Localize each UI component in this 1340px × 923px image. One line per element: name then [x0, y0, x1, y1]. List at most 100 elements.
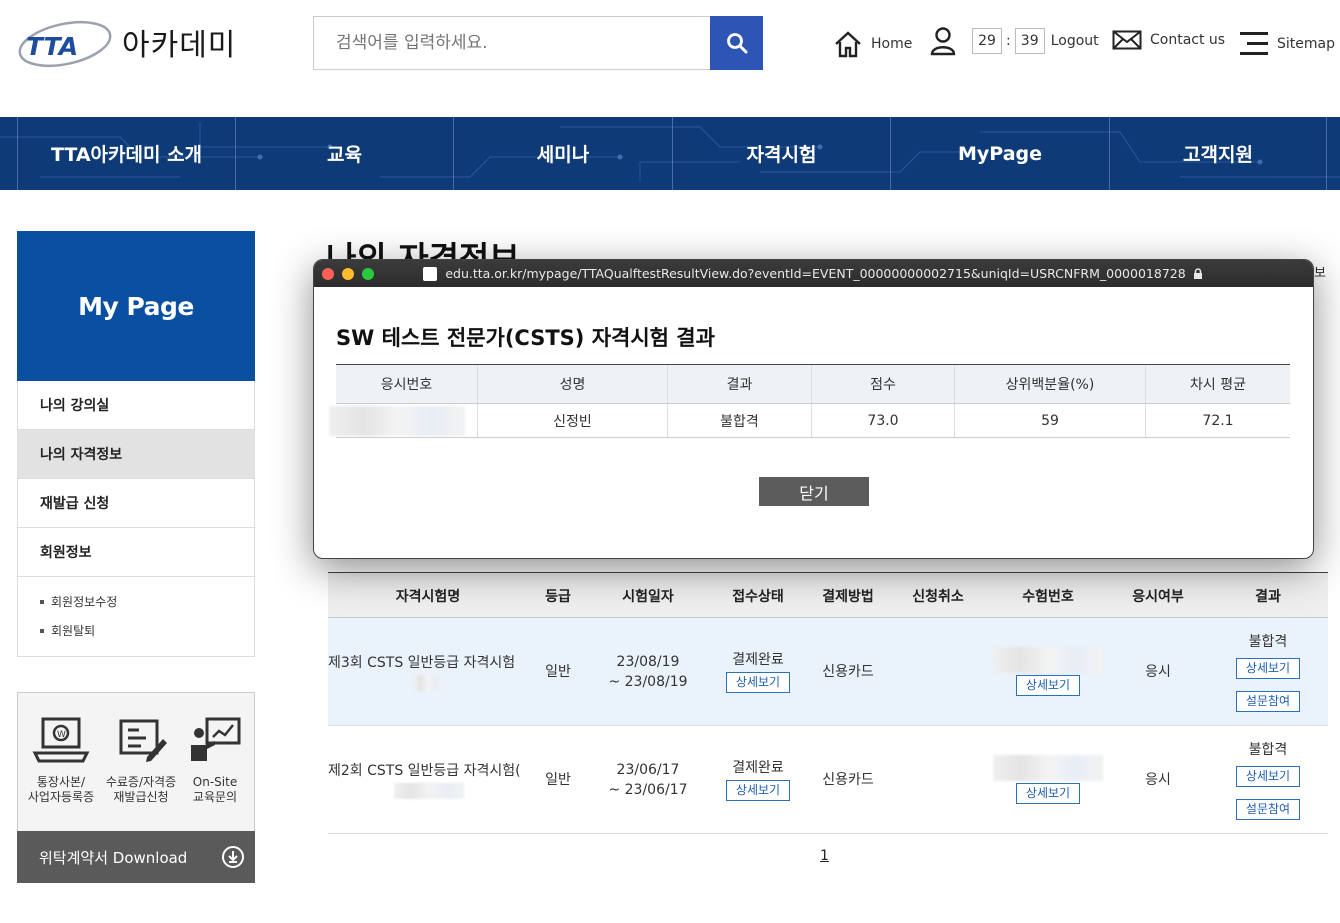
search-input[interactable] [314, 17, 710, 69]
timer-separator: : [1006, 33, 1011, 49]
redacted-text [394, 782, 464, 799]
user-icon[interactable] [930, 26, 956, 60]
survey-button[interactable]: 설문참여 [1235, 798, 1301, 820]
sidebar-sub-withdraw[interactable]: 회원탈퇴 [40, 622, 254, 639]
th-cancel: 신청취소 [912, 589, 964, 605]
bullet-icon [40, 628, 44, 633]
quick-label-line1: 수료증/자격증 [105, 775, 177, 789]
result-table-header: 응시번호 성명 결과 점수 상위백분율(%) 차시 평균 [336, 365, 1290, 404]
th-result: 결과 [668, 365, 812, 403]
th-exam-date: 시험일자 [622, 589, 674, 605]
popup-url: edu.tta.or.kr/mypage/TTAQualftestResultV… [445, 266, 1186, 281]
result-table: 응시번호 성명 결과 점수 상위백분율(%) 차시 평균 신정빈 불합격 73.… [328, 364, 1290, 438]
quick-label-line2: 재발급신청 [113, 790, 169, 804]
pagination-page-1[interactable]: 1 [820, 848, 829, 864]
exam-number-detail-button[interactable]: 상세보기 [1015, 783, 1081, 804]
sidebar-title: My Page [17, 231, 255, 381]
exam-name: 제3회 CSTS 일반등급 자격시험 [328, 654, 516, 671]
search-box [313, 16, 711, 70]
contract-download-button[interactable]: 위탁계약서 Download [17, 831, 255, 883]
result-average: 72.1 [1202, 412, 1234, 429]
exam-number-detail-button[interactable]: 상세보기 [1015, 675, 1081, 696]
table-row: 제2회 CSTS 일반등급 자격시험( 일반 23/06/17 ~ 23/06/… [328, 726, 1328, 834]
contact-label: Contact us [1150, 32, 1226, 48]
status-text: 결제완료 [732, 760, 784, 776]
exam-date-end: ~ 23/06/17 [608, 781, 688, 798]
exam-date-end: ~ 23/08/19 [608, 673, 688, 690]
window-close-dot[interactable] [322, 268, 334, 280]
attendance: 응시 [1145, 771, 1171, 788]
home-link[interactable]: Home [833, 30, 912, 58]
th-exam-number: 수험번호 [1022, 589, 1074, 605]
th-grade: 등급 [545, 589, 571, 605]
result-status: 불합격 [668, 404, 812, 437]
gnb-item-support[interactable]: 고객지원 [1109, 117, 1327, 190]
result-score: 73.0 [812, 404, 955, 437]
quick-label-line2: 사업자등록증 [27, 790, 95, 804]
presentation-icon [191, 717, 241, 761]
cancel-cell [888, 726, 988, 833]
main-navigation: TTA아카데미 소개 교육 세미나 자격시험 MyPage 고객지원 [0, 117, 1340, 190]
th-payment: 결제방법 [822, 589, 874, 605]
svg-text:W: W [57, 730, 66, 740]
th-percentile: 상위백분율(%) [955, 365, 1146, 403]
gnb-item-about[interactable]: TTA아카데미 소개 [17, 117, 235, 190]
home-label: Home [871, 36, 913, 52]
gnb-item-seminar[interactable]: 세미나 [453, 117, 672, 190]
attendance: 응시 [1145, 663, 1171, 680]
gnb-item-mypage[interactable]: MyPage [890, 117, 1109, 190]
sidebar-sub-edit-member[interactable]: 회원정보수정 [40, 593, 254, 610]
grade: 일반 [545, 663, 571, 680]
contact-link[interactable]: Contact us [1112, 30, 1225, 50]
sidebar-item-member-info[interactable]: 회원정보 [17, 528, 255, 577]
logo-text: 아카데미 [122, 28, 237, 63]
window-minimize-dot[interactable] [342, 268, 354, 280]
sitemap-link[interactable]: Sitemap [1239, 30, 1335, 58]
bullet-icon [40, 599, 44, 604]
status-detail-button[interactable]: 상세보기 [725, 672, 791, 693]
result-row: 신정빈 불합격 73.0 59 72.1 [328, 404, 1290, 438]
result-popup-window: edu.tta.or.kr/mypage/TTAQualftestResultV… [313, 259, 1314, 559]
favicon-icon [423, 266, 438, 281]
result-detail-button[interactable]: 상세보기 [1235, 765, 1301, 787]
sidebar-submenu: 회원정보수정 회원탈퇴 [17, 577, 255, 657]
certificate-edit-icon [119, 719, 167, 762]
menu-icon [1240, 32, 1268, 55]
sidebar-item-my-classroom[interactable]: 나의 강의실 [17, 381, 255, 430]
survey-button[interactable]: 설문참여 [1235, 690, 1301, 712]
quick-links: W 통장사본/사업자등록증 수료증/자격증 재발급신청 On-Site 교육문의 [17, 692, 255, 832]
redacted-text [414, 674, 442, 691]
quick-label-line1: 통장사본/ [36, 775, 86, 789]
status-detail-button[interactable]: 상세보기 [725, 780, 791, 801]
search-button[interactable] [710, 16, 763, 70]
sidebar-sub-label: 회원정보수정 [51, 595, 118, 609]
gnb-item-certification[interactable]: 자격시험 [672, 117, 890, 190]
logout-link[interactable]: Logout [1051, 33, 1099, 49]
window-zoom-dot[interactable] [362, 268, 374, 280]
payment-method: 신용카드 [822, 663, 874, 680]
close-button[interactable]: 닫기 [759, 477, 869, 506]
quick-bankbook[interactable]: W 통장사본/사업자등록증 [22, 693, 100, 833]
sidebar-item-reissue[interactable]: 재발급 신청 [17, 479, 255, 528]
tta-logo[interactable]: TTA [16, 14, 114, 74]
result-text: 불합격 [1248, 633, 1288, 650]
download-icon [222, 846, 244, 868]
gnb-item-education[interactable]: 교육 [235, 117, 453, 190]
redacted-exam-number [993, 755, 1103, 781]
sidebar-item-my-certification[interactable]: 나의 자격정보 [17, 430, 255, 479]
result-text: 불합격 [1248, 741, 1288, 758]
th-attendance: 응시여부 [1132, 589, 1184, 605]
sidebar-sub-label: 회원탈퇴 [51, 624, 96, 638]
laptop-document-icon: W [32, 717, 90, 763]
quick-reissue[interactable]: 수료증/자격증 재발급신청 [102, 693, 180, 833]
status-text: 결제완료 [732, 652, 784, 668]
quick-onsite[interactable]: On-Site 교육문의 [176, 693, 254, 833]
th-name: 성명 [478, 365, 668, 403]
cancel-cell [888, 618, 988, 725]
th-score: 점수 [812, 365, 955, 403]
result-detail-button[interactable]: 상세보기 [1235, 657, 1301, 679]
exam-date-start: 23/06/17 [616, 761, 680, 778]
exam-name: 제2회 CSTS 일반등급 자격시험( [328, 762, 521, 779]
popup-title: SW 테스트 전문가(CSTS) 자격시험 결과 [336, 326, 715, 350]
result-percentile: 59 [955, 404, 1146, 437]
